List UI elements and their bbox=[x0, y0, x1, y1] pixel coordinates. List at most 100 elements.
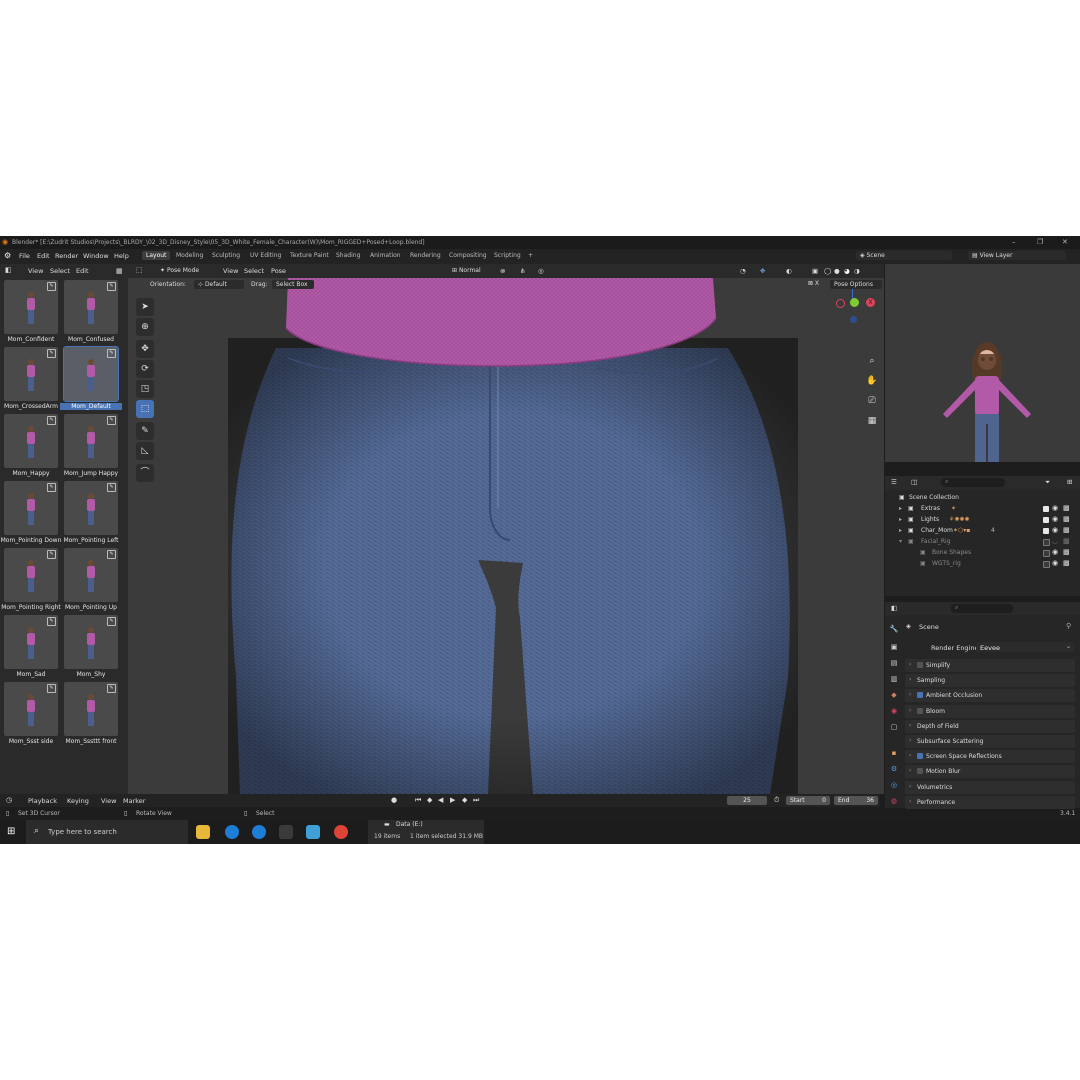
camera-icon[interactable]: ⎚ bbox=[865, 394, 879, 408]
explorer-preview[interactable]: ▬ Data (E:) 19 items 1 item selected 31.… bbox=[368, 820, 484, 844]
edit-pencil-icon[interactable]: ✎ bbox=[107, 349, 116, 358]
asset-label[interactable]: Mom_Happy bbox=[0, 470, 62, 477]
asset-thumbnail[interactable]: ✎ bbox=[4, 615, 58, 669]
asset-thumbnail[interactable]: ✎ bbox=[4, 414, 58, 468]
asset-label[interactable]: Mom_CrossedArm bbox=[0, 403, 62, 410]
zoom-icon[interactable]: ⌕ bbox=[865, 354, 879, 368]
shading-solid-icon[interactable]: ● bbox=[834, 267, 840, 275]
asset-thumbnail[interactable]: ✎ bbox=[4, 481, 58, 535]
cursor-tool-icon[interactable]: ⊕ bbox=[136, 318, 154, 336]
edit-pencil-icon[interactable]: ✎ bbox=[107, 416, 116, 425]
jump-start-icon[interactable]: ⏮ bbox=[415, 796, 421, 805]
exclude-checkbox[interactable] bbox=[1043, 550, 1050, 557]
shading-material-icon[interactable]: ◕ bbox=[844, 267, 850, 275]
scene-tab-icon[interactable]: ◆ bbox=[889, 690, 899, 700]
asset-label[interactable]: Mom_Sssttt front bbox=[60, 738, 122, 745]
expand-arrow-icon[interactable]: ▸ bbox=[899, 505, 902, 512]
object-tab-icon[interactable]: ▪ bbox=[889, 748, 899, 758]
outliner-scene-collection[interactable]: ▣ Scene Collection bbox=[885, 493, 1080, 504]
pivot-icon[interactable]: ⊗ bbox=[500, 267, 505, 275]
minimize-icon[interactable]: – bbox=[1012, 238, 1016, 246]
eye-icon[interactable]: ◡ bbox=[1052, 537, 1058, 545]
asset-thumbnail[interactable]: ✎ bbox=[64, 481, 118, 535]
edge-icon[interactable] bbox=[225, 825, 239, 839]
end-frame-field[interactable]: End 36 bbox=[834, 796, 878, 805]
panel-subsurface-scattering[interactable]: › Subsurface Scattering bbox=[905, 735, 1075, 748]
scene-selector[interactable]: ◈ Scene bbox=[856, 251, 952, 260]
render-camera-icon[interactable]: ▩ bbox=[1063, 504, 1070, 512]
edit-pencil-icon[interactable]: ✎ bbox=[47, 483, 56, 492]
scale-tool-icon[interactable]: ◳ bbox=[136, 380, 154, 398]
snap-icon[interactable]: ⋔ bbox=[520, 267, 525, 275]
collection-tab-icon[interactable]: ▢ bbox=[889, 722, 899, 732]
exclude-checkbox[interactable] bbox=[1043, 539, 1050, 546]
viewport-editor-icon[interactable]: ⬚ bbox=[136, 266, 143, 274]
view-layer-selector[interactable]: ▤ View Layer bbox=[968, 251, 1066, 260]
move-tool-icon[interactable]: ✥ bbox=[136, 340, 154, 358]
edit-pencil-icon[interactable]: ✎ bbox=[47, 684, 56, 693]
panel-volumetrics[interactable]: › Volumetrics bbox=[905, 780, 1075, 794]
edit-pencil-icon[interactable]: ✎ bbox=[47, 550, 56, 559]
asset-label[interactable]: Mom_Pointing Up bbox=[60, 604, 122, 611]
properties-editor-icon[interactable]: ◧ bbox=[891, 604, 897, 612]
camera-preview-viewport[interactable] bbox=[885, 264, 1080, 496]
ortho-grid-icon[interactable]: ▦ bbox=[865, 414, 879, 428]
chrome-icon[interactable] bbox=[334, 825, 348, 839]
gizmo-x-axis[interactable]: X bbox=[866, 298, 875, 307]
bone-roll-tool-icon[interactable]: ⌒ bbox=[136, 464, 154, 482]
tab-animation[interactable]: Animation bbox=[370, 252, 401, 259]
drag-selector[interactable]: Select Box bbox=[272, 280, 314, 289]
asset-label[interactable]: Mom_Jump Happy bbox=[60, 470, 122, 477]
mode-selector[interactable]: ✦ Pose Mode bbox=[156, 266, 220, 275]
viewport-menu-select[interactable]: Select bbox=[244, 267, 264, 275]
maximize-icon[interactable]: ❐ bbox=[1037, 238, 1043, 246]
view-layer-tab-icon[interactable]: ▥ bbox=[889, 674, 899, 684]
next-keyframe-icon[interactable]: ◆ bbox=[462, 796, 467, 804]
proportional-icon[interactable]: ◎ bbox=[538, 267, 544, 275]
render-camera-icon[interactable]: ▩ bbox=[1063, 526, 1070, 534]
expand-arrow-icon[interactable]: ▸ bbox=[899, 516, 902, 523]
editor-type-icon[interactable]: ◧ bbox=[5, 266, 12, 274]
exclude-checkbox[interactable] bbox=[1043, 561, 1050, 568]
panel-bloom[interactable]: › Bloom bbox=[905, 704, 1075, 718]
timeline-menu-marker[interactable]: Marker bbox=[123, 797, 145, 805]
tab-texture-paint[interactable]: Texture Paint bbox=[290, 252, 329, 259]
menu-edit[interactable]: Edit bbox=[37, 252, 50, 260]
edit-pencil-icon[interactable]: ✎ bbox=[47, 282, 56, 291]
outliner-row-facial-rig[interactable]: ▾ ▣ Facial_Rig ◡ ▩ bbox=[885, 537, 1080, 548]
tab-layout[interactable]: Layout bbox=[142, 251, 171, 260]
tab-shading[interactable]: Shading bbox=[336, 252, 360, 259]
panel-enable-checkbox[interactable] bbox=[917, 768, 923, 775]
viewport-menu-pose[interactable]: Pose bbox=[271, 267, 286, 275]
tab-uv-editing[interactable]: UV Editing bbox=[250, 252, 281, 259]
asset-thumbnail[interactable]: ✎ bbox=[64, 615, 118, 669]
asset-thumbnail[interactable]: ✎ bbox=[64, 548, 118, 602]
tab-rendering[interactable]: Rendering bbox=[410, 252, 441, 259]
edit-pencil-icon[interactable]: ✎ bbox=[47, 617, 56, 626]
windows-start-icon[interactable]: ⊞ bbox=[7, 826, 15, 837]
eye-icon[interactable]: ◉ bbox=[1052, 559, 1058, 567]
asset-menu-view[interactable]: View bbox=[28, 267, 43, 275]
display-mode-icon[interactable]: ◫ bbox=[911, 478, 917, 486]
edit-pencil-icon[interactable]: ✎ bbox=[107, 483, 116, 492]
timeline-menu-playback[interactable]: Playback bbox=[28, 797, 57, 805]
annotate-tool-icon[interactable]: ✎ bbox=[136, 422, 154, 440]
edit-pencil-icon[interactable]: ✎ bbox=[107, 550, 116, 559]
rotate-tool-icon[interactable]: ⟳ bbox=[136, 360, 154, 378]
panel-simplify[interactable]: › Simplify bbox=[905, 659, 1075, 672]
collapse-arrow-icon[interactable]: ▾ bbox=[899, 538, 902, 545]
asset-thumbnail[interactable]: ✎ bbox=[4, 682, 58, 736]
asset-thumbnail[interactable]: ✎ bbox=[64, 682, 118, 736]
visibility-icon[interactable]: ◔ bbox=[740, 267, 746, 275]
render-engine-dropdown[interactable]: Eevee ⌄ bbox=[976, 642, 1074, 652]
output-tab-icon[interactable]: ▤ bbox=[889, 658, 899, 668]
panel-screen-space-reflections[interactable]: › Screen Space Reflections bbox=[905, 750, 1075, 764]
tab-scripting[interactable]: Scripting bbox=[494, 252, 521, 259]
asset-thumbnail[interactable]: ✎ bbox=[64, 414, 118, 468]
asset-thumbnail[interactable]: ✎ bbox=[4, 347, 58, 401]
viewport-3d[interactable]: X ⌕ ✋ ⎚ ▦ bbox=[128, 278, 884, 794]
outliner-row-wgts-rig[interactable]: ▣ WGTS_rig ◉ ▩ bbox=[885, 559, 1080, 570]
menu-render[interactable]: Render bbox=[55, 252, 78, 260]
tool-tab-icon[interactable]: 🔧 bbox=[889, 624, 899, 634]
transform-orientation-selector[interactable]: ⊞ Normal bbox=[448, 266, 496, 275]
